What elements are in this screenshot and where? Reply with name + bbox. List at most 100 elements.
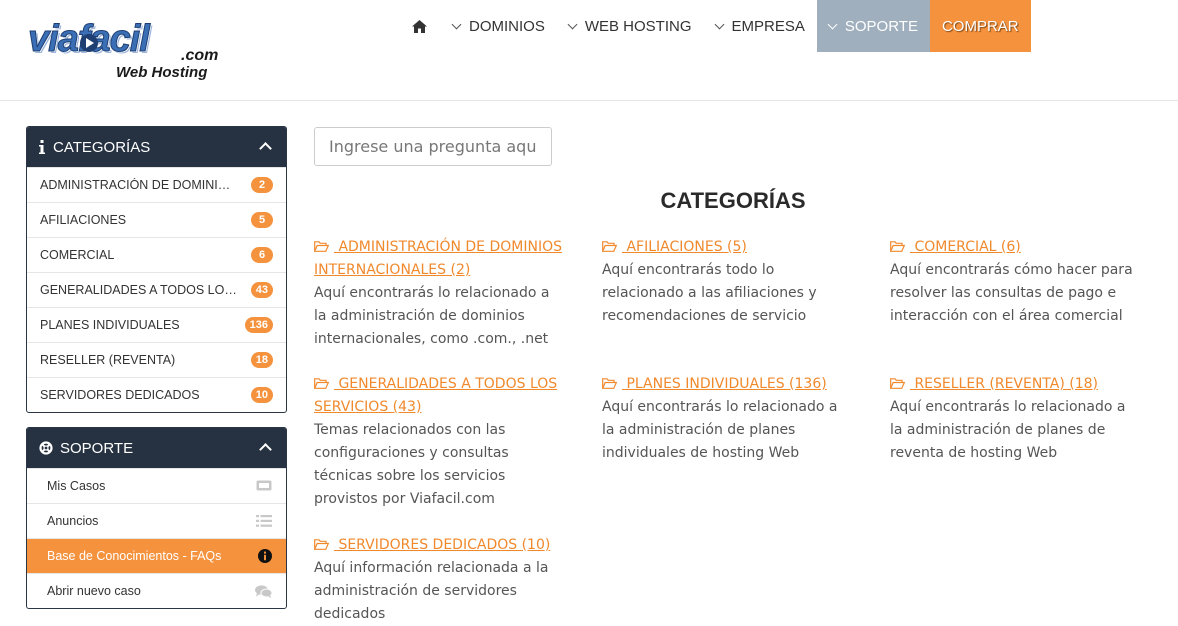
nav-label: WEB HOSTING (584, 17, 692, 35)
category-card: SERVIDORES DEDICADOS (10) Aquí informaci… (314, 534, 566, 626)
category-link[interactable]: SERVIDORES DEDICADOS (10) (314, 537, 550, 553)
sidebar-category-item[interactable]: GENERALIDADES A TODOS LOS SERVICIOS 43 (27, 272, 286, 307)
kb-search-input[interactable] (314, 127, 552, 166)
home-icon (412, 19, 427, 33)
nav-soporte[interactable]: SOPORTE (816, 0, 930, 52)
nav-empresa[interactable]: EMPRESA (704, 0, 817, 52)
sidebar-item-label: Base de Conocimientos - FAQs (47, 549, 222, 563)
main-nav: DOMINIOS WEB HOSTING EMPRESA SOPORTE COM… (398, 0, 1031, 52)
nav-label: EMPRESA (731, 17, 805, 35)
logo-tagline: Web Hosting (116, 64, 208, 81)
sidebar-category-item[interactable]: ADMINISTRACIÓN DE DOMINIOS INTERNACIONAL… (27, 167, 286, 202)
ticket-icon (256, 480, 272, 491)
nav-dominios[interactable]: DOMINIOS (441, 0, 557, 52)
category-link[interactable]: ADMINISTRACIÓN DE DOMINIOS INTERNACIONAL… (314, 239, 562, 278)
sidebar-item-label: Anuncios (47, 514, 99, 528)
sidebar-item-faqs[interactable]: Base de Conocimientos - FAQs (27, 538, 286, 573)
category-description: Aquí encontrarás todo lo relacionado a l… (602, 262, 817, 324)
folder-open-icon (890, 241, 905, 252)
nav-web-hosting[interactable]: WEB HOSTING (557, 0, 704, 52)
categories-panel-header[interactable]: CATEGORÍAS (27, 127, 286, 167)
sidebar-item-label: Mis Casos (47, 479, 106, 493)
categories-panel: CATEGORÍAS ADMINISTRACIÓN DE DOMINIOS IN… (26, 126, 287, 413)
category-description: Aquí encontrarás cómo hacer para resolve… (890, 262, 1133, 324)
category-description: Aquí encontrarás lo relacionado a la adm… (314, 285, 550, 347)
panel-title: SOPORTE (60, 439, 134, 457)
page-title: CATEGORÍAS (660, 188, 806, 213)
category-description: Aquí encontrarás lo relacionado a la adm… (602, 399, 838, 461)
sidebar-item-label: COMERCIAL (40, 248, 115, 262)
sidebar-item-anuncios[interactable]: Anuncios (27, 503, 286, 538)
support-panel: SOPORTE Mis Casos Anuncios Base de Conoc… (26, 427, 287, 609)
sidebar-item-label: PLANES INDIVIDUALES (40, 318, 180, 332)
sidebar-item-label: ADMINISTRACIÓN DE DOMINIOS INTERNACIONAL… (40, 178, 238, 192)
site-logo[interactable]: viafacil .com Web Hosting (28, 18, 228, 88)
count-badge: 136 (244, 317, 273, 333)
category-card: RESELLER (REVENTA) (18) Aquí encontrarás… (890, 373, 1142, 465)
list-icon (256, 515, 272, 527)
support-panel-header[interactable]: SOPORTE (27, 428, 286, 468)
category-title: ADMINISTRACIÓN DE DOMINIOS INTERNACIONAL… (314, 239, 562, 278)
info-circle-icon (258, 549, 272, 563)
life-ring-icon (39, 441, 53, 455)
category-description: Temas relacionados con las configuracion… (314, 422, 509, 507)
category-link[interactable]: PLANES INDIVIDUALES (136) (602, 376, 827, 392)
sidebar-item-label: RESELLER (REVENTA) (40, 353, 176, 367)
count-badge: 43 (250, 282, 273, 298)
nav-label: SOPORTE (844, 17, 918, 35)
folder-open-icon (314, 241, 329, 252)
sidebar-item-label: AFILIACIONES (40, 213, 127, 227)
sidebar-category-item[interactable]: AFILIACIONES 5 (27, 202, 286, 237)
play-icon (80, 34, 98, 52)
sidebar-item-label: SERVIDORES DEDICADOS (40, 388, 200, 402)
count-badge: 6 (251, 247, 273, 263)
folder-open-icon (314, 539, 329, 550)
folder-open-icon (602, 241, 617, 252)
category-title: AFILIACIONES (5) (622, 239, 747, 255)
category-description: Aquí información relacionada a la admini… (314, 560, 549, 622)
category-link[interactable]: AFILIACIONES (5) (602, 239, 747, 255)
nav-home[interactable] (398, 0, 441, 52)
sidebar-item-label: Abrir nuevo caso (47, 584, 141, 598)
category-card: AFILIACIONES (5) Aquí encontrarás todo l… (602, 236, 854, 328)
nav-label: COMPRAR (941, 17, 1019, 35)
category-card: GENERALIDADES A TODOS LOS SERVICIOS (43)… (314, 373, 566, 511)
sidebar-item-abrir-caso[interactable]: Abrir nuevo caso (27, 573, 286, 608)
count-badge: 10 (250, 387, 273, 403)
folder-open-icon (314, 378, 329, 389)
nav-comprar-button[interactable]: COMPRAR (929, 0, 1031, 52)
logo-domain: .com (181, 47, 219, 64)
category-link[interactable]: RESELLER (REVENTA) (18) (890, 376, 1098, 392)
count-badge: 18 (250, 352, 273, 368)
sidebar-category-item[interactable]: COMERCIAL 6 (27, 237, 286, 272)
nav-label: DOMINIOS (469, 17, 545, 35)
sidebar-item-label: GENERALIDADES A TODOS LOS SERVICIOS (40, 283, 238, 297)
category-link[interactable]: GENERALIDADES A TODOS LOS SERVICIOS (43) (314, 376, 557, 415)
sidebar-item-mis-casos[interactable]: Mis Casos (27, 468, 286, 503)
chevron-up-icon[interactable] (259, 142, 272, 155)
chevron-up-icon[interactable] (259, 443, 272, 456)
sidebar-category-item[interactable]: PLANES INDIVIDUALES 136 (27, 307, 286, 342)
site-header: viafacil .com Web Hosting DOMINIOS WEB H… (0, 0, 1178, 101)
category-title: PLANES INDIVIDUALES (136) (622, 376, 827, 392)
sidebar-category-item[interactable]: RESELLER (REVENTA) 18 (27, 342, 286, 377)
sidebar-category-item[interactable]: SERVIDORES DEDICADOS 10 (27, 377, 286, 412)
category-title: SERVIDORES DEDICADOS (10) (334, 537, 551, 553)
comments-icon (255, 585, 272, 598)
category-card: ADMINISTRACIÓN DE DOMINIOS INTERNACIONAL… (314, 236, 566, 351)
folder-open-icon (602, 378, 617, 389)
category-card: COMERCIAL (6) Aquí encontrarás cómo hace… (890, 236, 1142, 328)
category-link[interactable]: COMERCIAL (6) (890, 239, 1021, 255)
folder-open-icon (890, 378, 905, 389)
chevron-down-icon (451, 19, 462, 29)
chevron-down-icon (567, 19, 578, 29)
info-icon (39, 140, 45, 154)
category-card: PLANES INDIVIDUALES (136) Aquí encontrar… (602, 373, 854, 465)
chevron-down-icon (714, 19, 724, 29)
panel-title: CATEGORÍAS (53, 138, 151, 156)
category-description: Aquí encontrarás lo relacionado a la adm… (890, 399, 1126, 461)
count-badge: 5 (251, 212, 273, 228)
count-badge: 2 (251, 177, 273, 193)
chevron-down-icon (827, 19, 838, 29)
category-title: GENERALIDADES A TODOS LOS SERVICIOS (43) (314, 376, 558, 415)
